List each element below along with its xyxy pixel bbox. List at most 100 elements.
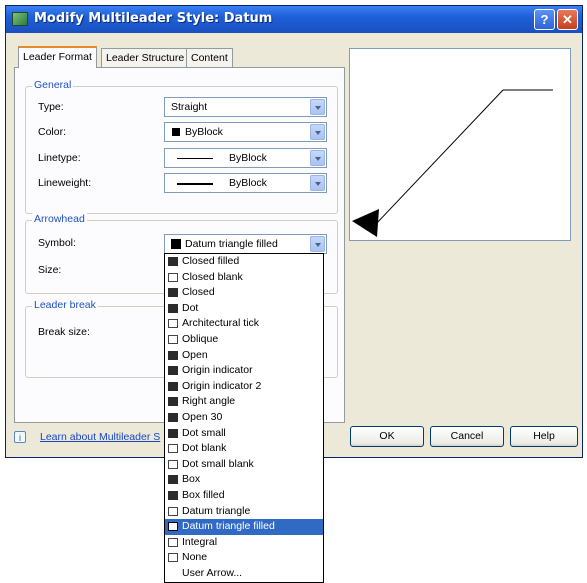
symbol-option[interactable]: Box filled xyxy=(165,488,323,504)
color-value: ByBlock xyxy=(185,126,223,138)
symbol-option[interactable]: Origin indicator 2 xyxy=(165,379,323,395)
dot-small-icon xyxy=(168,428,178,438)
oblique-icon xyxy=(168,334,178,344)
leader-break-group-title: Leader break xyxy=(32,299,98,311)
type-value: Straight xyxy=(171,101,208,113)
symbol-option[interactable]: Datum triangle filled xyxy=(165,519,323,535)
datum-triangle-filled-icon xyxy=(168,522,178,532)
color-label: Color: xyxy=(38,126,67,138)
origin-indicator-icon xyxy=(168,366,178,376)
lineweight-combo[interactable]: ByBlock xyxy=(164,173,327,193)
symbol-option[interactable]: Oblique xyxy=(165,332,323,348)
symbol-option-label: Box filled xyxy=(182,488,225,501)
linetype-combo[interactable]: ByBlock xyxy=(164,148,327,168)
symbol-option[interactable]: None xyxy=(165,550,323,566)
symbol-option-label: Closed xyxy=(182,286,215,299)
symbol-dropdown-list[interactable]: Closed filled Closed blank Closed Dot Archit… xyxy=(164,253,324,583)
type-combo[interactable]: Straight xyxy=(164,97,327,117)
symbol-option-label: Closed filled xyxy=(182,255,240,267)
dot-icon xyxy=(168,303,178,313)
box-filled-icon xyxy=(168,490,178,500)
color-swatch-icon xyxy=(172,128,180,136)
line-sample-icon xyxy=(177,183,213,185)
symbol-option-label: User Arrow... xyxy=(182,566,243,579)
chevron-down-icon[interactable] xyxy=(310,175,325,191)
symbol-option-label: Dot small xyxy=(182,426,226,439)
architectural-tick-icon xyxy=(168,319,178,329)
linetype-value: ByBlock xyxy=(229,152,267,164)
closed-filled-icon xyxy=(168,257,178,266)
lineweight-value: ByBlock xyxy=(229,177,267,189)
title-bar[interactable]: Modify Multileader Style: Datum ? ✕ xyxy=(6,6,582,33)
learn-about-link[interactable]: Learn about Multileader S xyxy=(40,431,160,443)
symbol-option[interactable]: Dot small xyxy=(165,426,323,442)
symbol-option[interactable]: Closed filled xyxy=(165,254,323,270)
symbol-option-label: Dot xyxy=(182,301,199,314)
chevron-down-icon[interactable] xyxy=(310,236,325,252)
closed-icon xyxy=(168,288,178,298)
symbol-option[interactable]: Origin indicator xyxy=(165,363,323,379)
datum-triangle-filled-icon xyxy=(352,209,379,237)
symbol-option[interactable]: Dot blank xyxy=(165,441,323,457)
none-icon xyxy=(168,553,178,563)
symbol-option[interactable]: Datum triangle xyxy=(165,504,323,520)
symbol-option-label: Box xyxy=(182,473,201,486)
tab-leader-structure[interactable]: Leader Structure xyxy=(101,48,190,67)
symbol-option-label: Origin indicator 2 xyxy=(182,379,262,392)
dialog-title: Modify Multileader Style: Datum xyxy=(34,11,273,26)
symbol-option-label: Dot small blank xyxy=(182,457,254,470)
origin-indicator-2-icon xyxy=(168,381,178,391)
linetype-label: Linetype: xyxy=(38,152,81,164)
help-title-button[interactable]: ? xyxy=(534,9,555,30)
datum-triangle-filled-icon xyxy=(171,239,181,249)
symbol-option[interactable]: Open xyxy=(165,348,323,364)
ok-button[interactable]: OK xyxy=(350,426,424,447)
symbol-option[interactable]: User Arrow... xyxy=(165,566,323,582)
symbol-option-label: Architectural tick xyxy=(182,317,260,330)
break-size-label: Break size: xyxy=(38,326,90,338)
leader-preview-drawing xyxy=(352,89,553,237)
chevron-down-icon[interactable] xyxy=(310,124,325,140)
tab-content[interactable]: Content xyxy=(186,48,233,67)
symbol-option-label: Open 30 xyxy=(182,410,223,423)
info-icon: i xyxy=(14,431,26,443)
lineweight-label: Lineweight: xyxy=(38,177,92,189)
no-icon xyxy=(168,569,178,578)
color-combo[interactable]: ByBlock xyxy=(164,122,327,142)
symbol-label: Symbol: xyxy=(38,237,76,249)
symbol-option-label: Right angle xyxy=(182,395,236,408)
symbol-option[interactable]: Dot xyxy=(165,301,323,317)
datum-triangle-icon xyxy=(168,506,178,516)
symbol-option-label: Datum triangle filled xyxy=(182,520,275,533)
symbol-value: Datum triangle filled xyxy=(185,238,278,250)
close-button[interactable]: ✕ xyxy=(557,9,578,30)
right-angle-icon xyxy=(168,397,178,407)
cancel-button[interactable]: Cancel xyxy=(430,426,504,447)
box-icon xyxy=(168,475,178,485)
symbol-option[interactable]: Architectural tick xyxy=(165,316,323,332)
chevron-down-icon[interactable] xyxy=(310,150,325,166)
leader-preview xyxy=(349,48,571,241)
symbol-option[interactable]: Right angle xyxy=(165,394,323,410)
size-label: Size: xyxy=(38,264,62,276)
symbol-combo[interactable]: Datum triangle filled xyxy=(164,234,327,254)
help-button[interactable]: Help xyxy=(510,426,578,447)
symbol-option-label: Origin indicator xyxy=(182,364,253,377)
symbol-option-label: Dot blank xyxy=(182,442,227,455)
symbol-option[interactable]: Open 30 xyxy=(165,410,323,426)
symbol-option-label: Open xyxy=(182,348,208,361)
general-group-title: General xyxy=(32,79,74,91)
symbol-option[interactable]: Dot small blank xyxy=(165,457,323,473)
symbol-option[interactable]: Integral xyxy=(165,535,323,551)
tab-leader-format[interactable]: Leader Format xyxy=(18,46,97,68)
symbol-option[interactable]: Closed xyxy=(165,285,323,301)
symbol-option-label: Datum triangle xyxy=(182,504,251,517)
dot-blank-icon xyxy=(168,444,178,454)
integral-icon xyxy=(168,537,178,547)
symbol-option-label: None xyxy=(182,551,208,564)
symbol-option[interactable]: Closed blank xyxy=(165,270,323,286)
symbol-option-label: Oblique xyxy=(182,332,219,345)
line-sample-icon xyxy=(177,158,213,159)
chevron-down-icon[interactable] xyxy=(310,99,325,115)
symbol-option[interactable]: Box xyxy=(165,472,323,488)
